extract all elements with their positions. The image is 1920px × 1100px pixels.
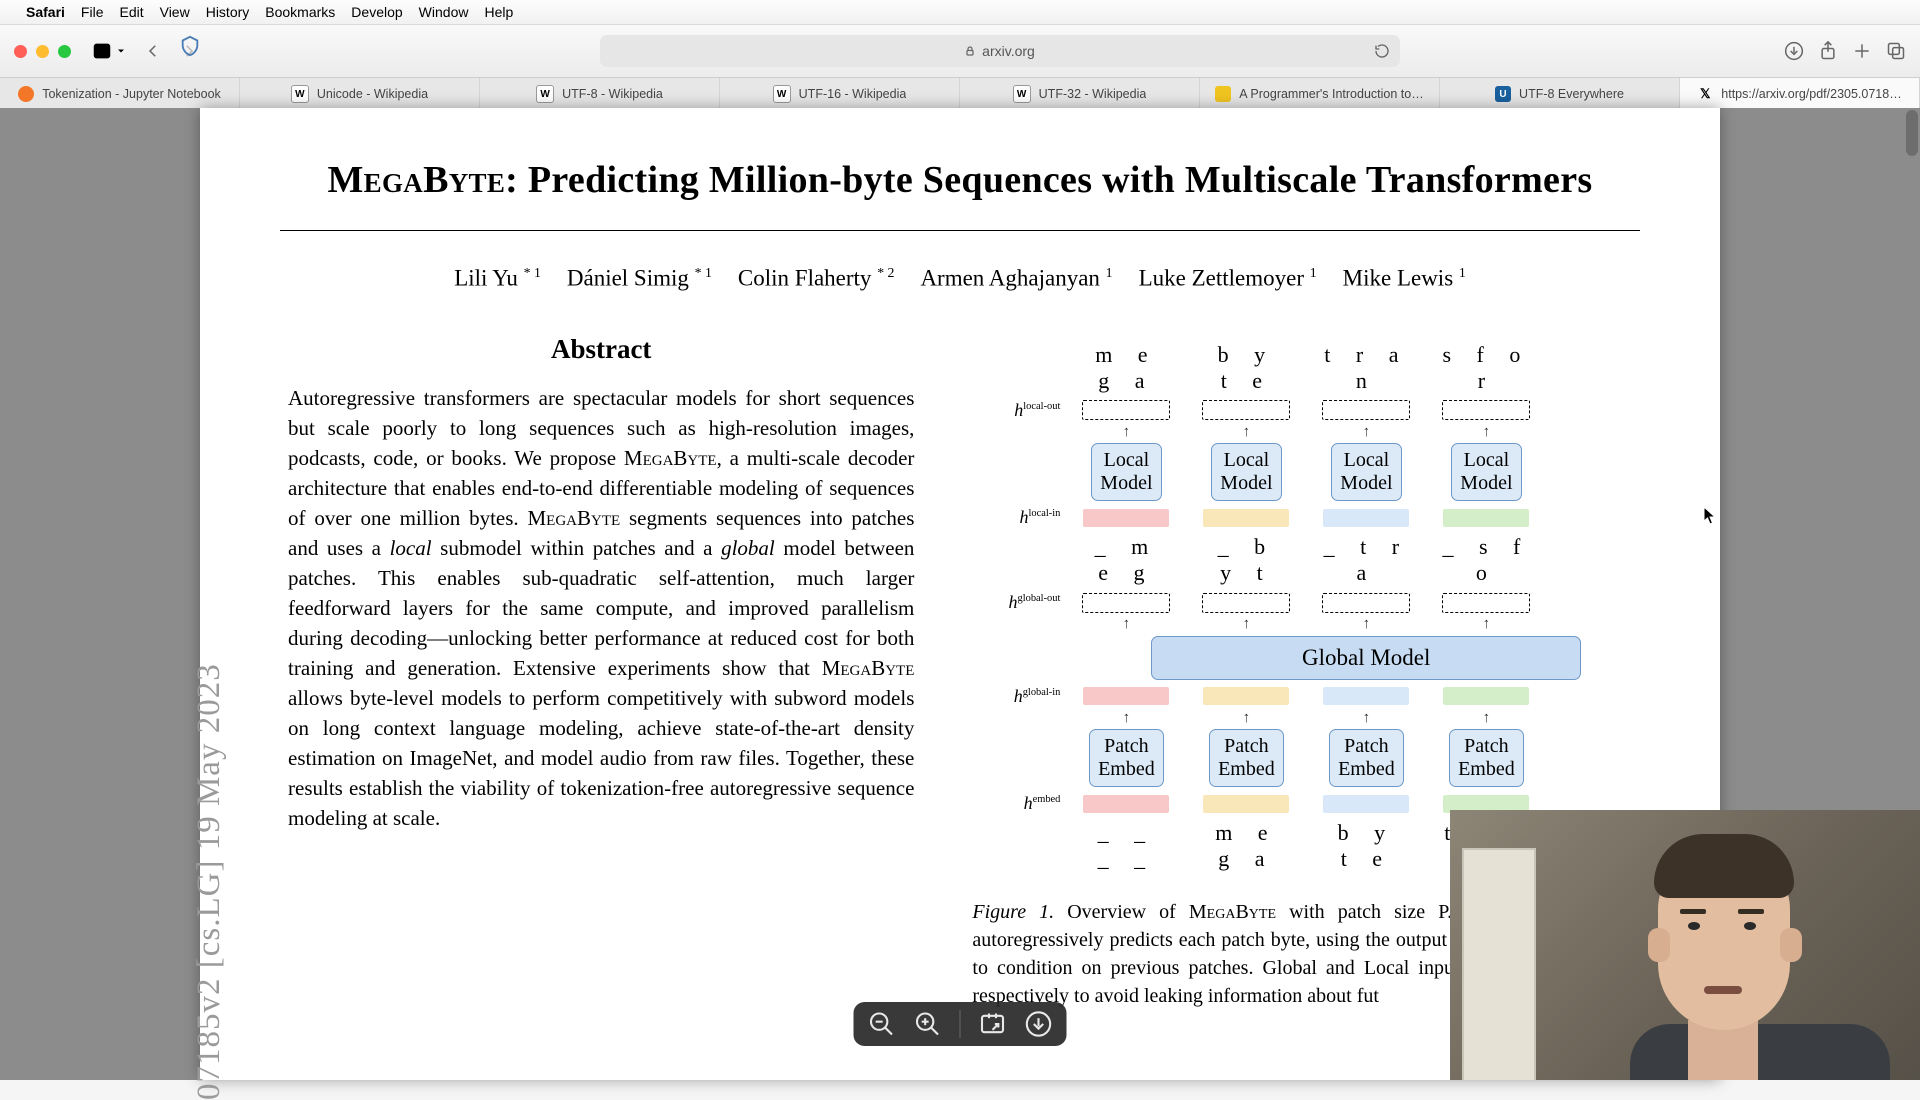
reload-icon[interactable] bbox=[1374, 43, 1390, 59]
tab-label: UTF-32 - Wikipedia bbox=[1039, 87, 1147, 101]
webcam-overlay bbox=[1450, 810, 1920, 1080]
tab-label: UTF-16 - Wikipedia bbox=[799, 87, 907, 101]
menu-edit[interactable]: Edit bbox=[119, 4, 143, 20]
favicon-icon bbox=[18, 86, 34, 102]
tab-strip: Tokenization - Jupyter Notebook W Unicode … bbox=[0, 78, 1920, 111]
favicon-icon: W bbox=[773, 85, 791, 103]
abstract-heading: Abstract bbox=[270, 334, 932, 365]
tab-label: https://arxiv.org/pdf/2305.0718… bbox=[1721, 87, 1901, 101]
menu-window[interactable]: Window bbox=[419, 4, 469, 20]
sidebar-icon bbox=[91, 40, 113, 62]
zoom-window-button[interactable] bbox=[58, 45, 71, 58]
mouse-cursor bbox=[1703, 506, 1717, 526]
back-button[interactable] bbox=[137, 36, 169, 66]
sidebar-toggle-button[interactable] bbox=[91, 40, 127, 62]
author: Armen Aghajanyan 1 bbox=[920, 265, 1112, 292]
author: Lili Yu * 1 bbox=[454, 265, 541, 292]
author: Mike Lewis 1 bbox=[1343, 265, 1466, 292]
tab-label: Tokenization - Jupyter Notebook bbox=[42, 87, 221, 101]
address-bar[interactable]: arxiv.org bbox=[600, 35, 1400, 67]
favicon-icon: 𝕏 bbox=[1697, 86, 1713, 102]
paper-title: MegaByte: Predicting Million-byte Sequen… bbox=[260, 158, 1660, 202]
close-window-button[interactable] bbox=[14, 45, 27, 58]
url-host: arxiv.org bbox=[982, 43, 1035, 59]
patch-embed-box: PatchEmbed bbox=[1449, 729, 1524, 787]
new-tab-icon[interactable] bbox=[1852, 41, 1872, 61]
browser-tab[interactable]: Tokenization - Jupyter Notebook bbox=[0, 78, 240, 110]
pdf-hud bbox=[854, 1002, 1067, 1046]
lock-icon bbox=[964, 45, 976, 57]
mac-menubar: Safari File Edit View History Bookmarks … bbox=[0, 0, 1920, 25]
favicon-icon: U bbox=[1495, 86, 1511, 102]
author: Colin Flaherty * 2 bbox=[738, 265, 895, 292]
zoom-in-button[interactable] bbox=[914, 1010, 942, 1038]
menu-develop[interactable]: Develop bbox=[351, 4, 402, 20]
download-pdf-button[interactable] bbox=[1025, 1010, 1053, 1038]
zoom-out-button[interactable] bbox=[868, 1010, 896, 1038]
downloads-icon[interactable] bbox=[1784, 41, 1804, 61]
minimize-window-button[interactable] bbox=[36, 45, 49, 58]
hud-separator bbox=[960, 1010, 961, 1038]
menu-file[interactable]: File bbox=[81, 4, 104, 20]
title-rule bbox=[280, 230, 1640, 231]
local-model-box: LocalModel bbox=[1091, 443, 1161, 501]
browser-tab[interactable]: W UTF-16 - Wikipedia bbox=[720, 78, 960, 110]
local-model-box: LocalModel bbox=[1451, 443, 1521, 501]
chevron-down-icon bbox=[115, 45, 127, 57]
local-model-box: LocalModel bbox=[1211, 443, 1281, 501]
tab-label: A Programmer's Introduction to… bbox=[1239, 87, 1423, 101]
browser-tab[interactable]: W Unicode - Wikipedia bbox=[240, 78, 480, 110]
abstract-text: Autoregressive transformers are spectacu… bbox=[288, 383, 914, 833]
patch-embed-box: PatchEmbed bbox=[1329, 729, 1404, 787]
browser-tab[interactable]: A Programmer's Introduction to… bbox=[1200, 78, 1440, 110]
author: Luke Zettlemoyer 1 bbox=[1139, 265, 1317, 292]
window-controls bbox=[14, 45, 71, 58]
patch-embed-box: PatchEmbed bbox=[1089, 729, 1164, 787]
menu-bookmarks[interactable]: Bookmarks bbox=[265, 4, 335, 20]
tab-label: UTF-8 Everywhere bbox=[1519, 87, 1624, 101]
global-model-box: Global Model bbox=[1151, 636, 1581, 680]
privacy-shield-icon[interactable] bbox=[179, 35, 201, 57]
favicon-icon: W bbox=[291, 85, 309, 103]
browser-tab[interactable]: U UTF-8 Everywhere bbox=[1440, 78, 1680, 110]
app-name[interactable]: Safari bbox=[26, 4, 65, 20]
patch-embed-box: PatchEmbed bbox=[1209, 729, 1284, 787]
menu-help[interactable]: Help bbox=[484, 4, 513, 20]
favicon-icon bbox=[1215, 86, 1231, 102]
menu-history[interactable]: History bbox=[206, 4, 250, 20]
arxiv-watermark: 07185v2 [cs.LG] 19 May 2023 bbox=[191, 663, 228, 1100]
tab-overview-icon[interactable] bbox=[1886, 41, 1906, 61]
tab-label: Unicode - Wikipedia bbox=[317, 87, 428, 101]
author-list: Lili Yu * 1 Dániel Simig * 1 Colin Flahert… bbox=[240, 265, 1680, 292]
author: Dániel Simig * 1 bbox=[567, 265, 712, 292]
tab-label: UTF-8 - Wikipedia bbox=[562, 87, 663, 101]
page-viewport: 07185v2 [cs.LG] 19 May 2023 MegaByte: Pr… bbox=[0, 108, 1920, 1080]
favicon-icon: W bbox=[1013, 85, 1031, 103]
share-icon[interactable] bbox=[1818, 41, 1838, 61]
browser-tab[interactable]: 𝕏https://arxiv.org/pdf/2305.0718… bbox=[1680, 78, 1920, 110]
menu-view[interactable]: View bbox=[160, 4, 190, 20]
browser-tab[interactable]: W UTF-8 - Wikipedia bbox=[480, 78, 720, 110]
favicon-icon: W bbox=[536, 85, 554, 103]
chevron-left-icon bbox=[144, 42, 162, 60]
scrollbar-thumb[interactable] bbox=[1906, 110, 1918, 156]
browser-tab[interactable]: W UTF-32 - Wikipedia bbox=[960, 78, 1200, 110]
open-in-preview-button[interactable] bbox=[979, 1010, 1007, 1038]
local-model-box: LocalModel bbox=[1331, 443, 1401, 501]
browser-toolbar: arxiv.org bbox=[0, 25, 1920, 78]
